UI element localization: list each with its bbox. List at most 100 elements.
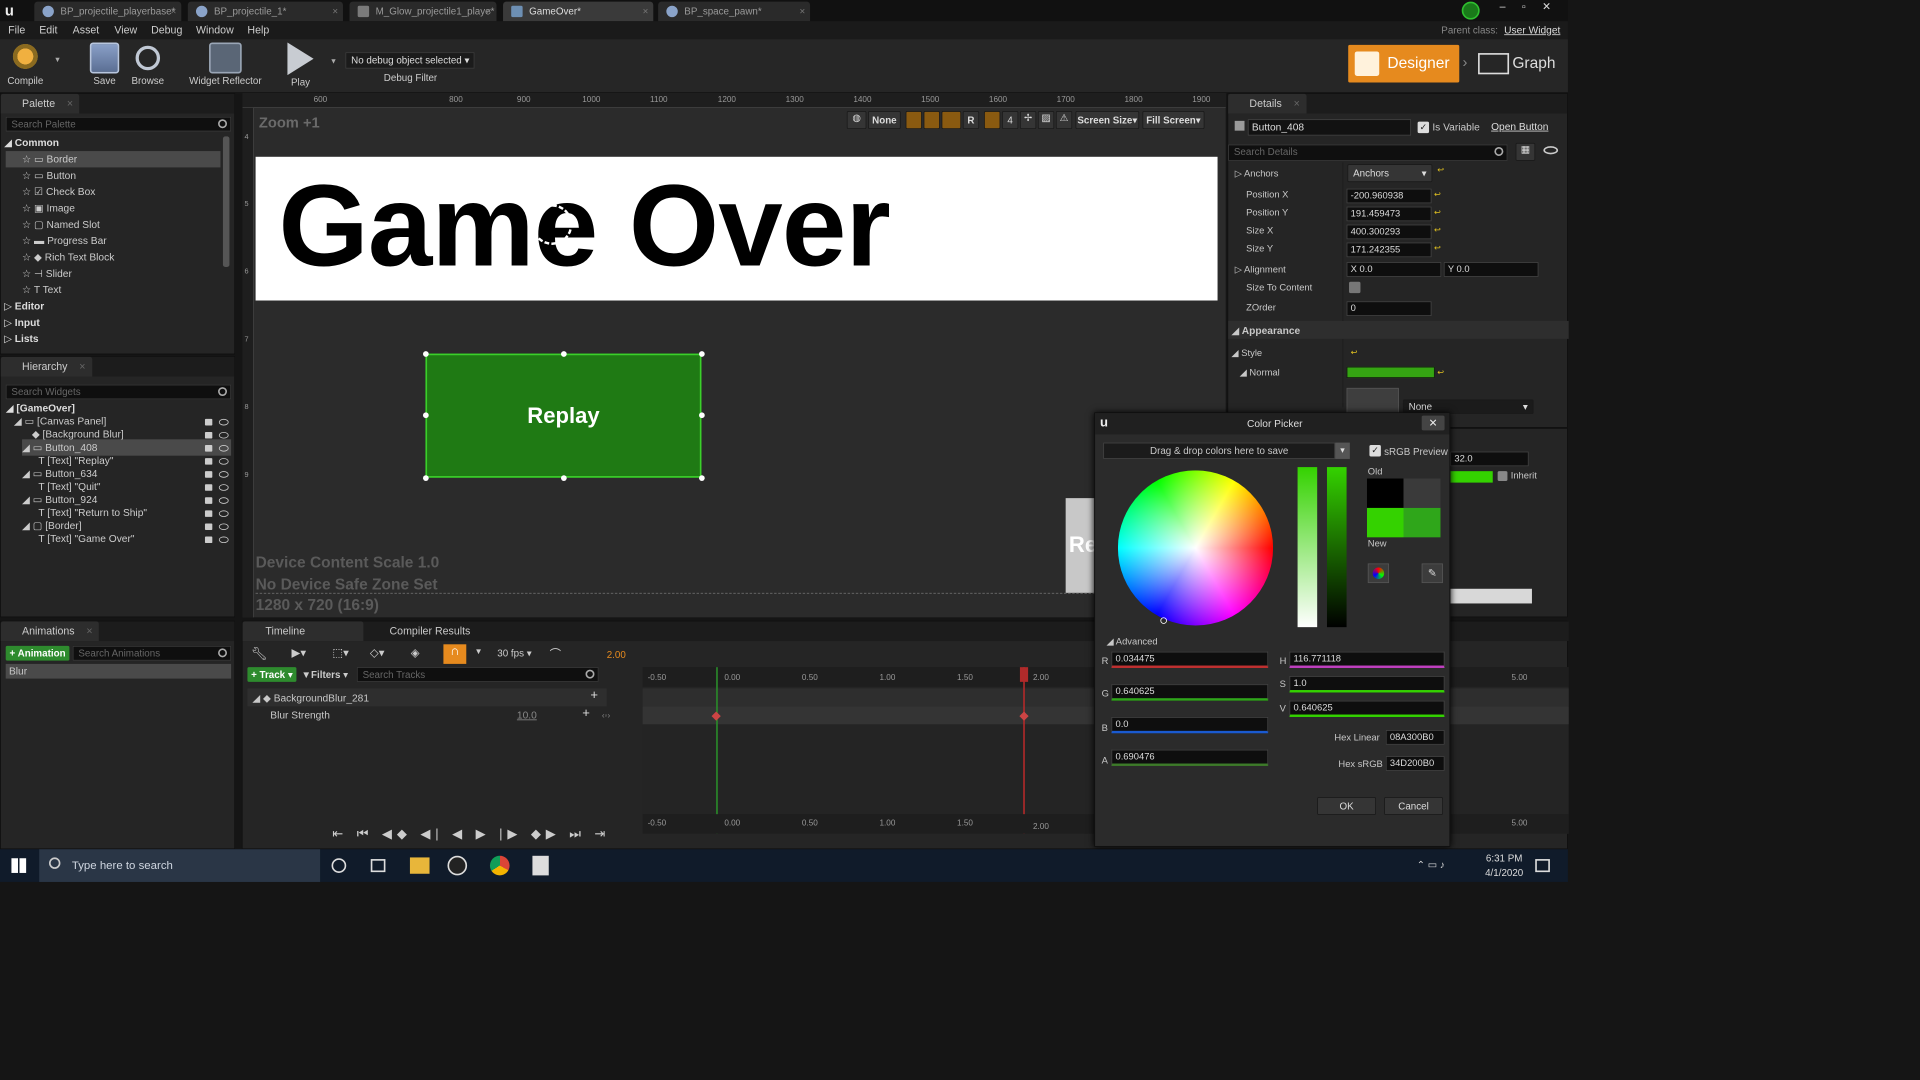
save-button[interactable]: Save bbox=[87, 42, 123, 87]
palette-item-progress-bar[interactable]: ☆ ▬ Progress Bar bbox=[6, 233, 107, 249]
alignment-y-input[interactable]: Y 0.0 bbox=[1443, 262, 1539, 277]
close-color-picker-button[interactable]: ✕ bbox=[1421, 415, 1445, 431]
palette-item-border[interactable]: ☆ ▭ Border bbox=[5, 151, 221, 168]
animations-tab[interactable]: Animations × bbox=[0, 621, 100, 642]
replay-button[interactable]: Replay bbox=[425, 353, 702, 478]
reset-icon[interactable]: ↩ bbox=[1434, 190, 1441, 199]
palette-item-image[interactable]: ☆ ▣ Image bbox=[6, 200, 75, 216]
eye-icon[interactable] bbox=[218, 431, 229, 439]
inherit-checkbox[interactable] bbox=[1497, 471, 1508, 481]
palette-category-common[interactable]: ◢ Common bbox=[4, 135, 59, 151]
play-options-dropdown[interactable]: ▼ bbox=[330, 57, 337, 65]
play-options-icon[interactable]: ▶▾ bbox=[292, 646, 307, 660]
palette-item-text[interactable]: ☆ T Text bbox=[6, 282, 61, 298]
eye-icon[interactable] bbox=[218, 445, 229, 452]
reset-icon[interactable]: ↩ bbox=[1437, 166, 1444, 175]
add-key-icon[interactable]: + bbox=[590, 688, 598, 703]
saved-colors-dropdown[interactable]: ▾ bbox=[1335, 442, 1350, 459]
lock-icon[interactable] bbox=[204, 458, 213, 465]
compile-button[interactable]: Compile bbox=[5, 42, 46, 87]
menu-file[interactable]: File bbox=[8, 21, 25, 39]
visibility-filter-icon[interactable] bbox=[1543, 146, 1559, 155]
partial-property-bar[interactable] bbox=[1450, 588, 1532, 604]
eye-icon[interactable] bbox=[218, 523, 229, 530]
widget-name-input[interactable]: Button_408 bbox=[1247, 119, 1412, 136]
size-x-input[interactable]: 400.300293 bbox=[1346, 224, 1432, 240]
clock-date[interactable]: 4/1/2020 bbox=[1480, 867, 1529, 878]
reset-icon[interactable]: ↩ bbox=[1351, 349, 1358, 358]
srgb-preview-checkbox[interactable]: ✓ bbox=[1369, 445, 1381, 457]
auto-key-icon[interactable]: ◈ bbox=[411, 646, 420, 660]
animation-item-blur[interactable]: Blur bbox=[5, 663, 232, 679]
eye-icon[interactable] bbox=[218, 418, 229, 426]
eye-icon[interactable] bbox=[218, 536, 229, 544]
palette-category-editor[interactable]: ▷ Editor bbox=[4, 298, 44, 314]
is-variable-checkbox[interactable]: ✓ bbox=[1417, 121, 1430, 134]
source-control-icon[interactable] bbox=[1461, 1, 1480, 20]
property-row-blur-strength[interactable]: Blur Strength 10.0 + bbox=[247, 706, 606, 724]
windows-start-icon[interactable] bbox=[11, 858, 27, 873]
minimize-button[interactable]: – bbox=[1494, 0, 1510, 16]
eyedropper-button[interactable]: ✎ bbox=[1421, 563, 1443, 584]
tracks-search-input[interactable]: Search Tracks bbox=[356, 667, 599, 682]
old-color-swatch[interactable] bbox=[1366, 478, 1441, 508]
compiler-results-tab[interactable]: Compiler Results bbox=[367, 621, 488, 641]
saturation-slider[interactable] bbox=[1297, 467, 1318, 628]
close-icon[interactable]: × bbox=[486, 2, 492, 22]
maximize-button[interactable]: ▫ bbox=[1516, 0, 1532, 16]
tab-bp-space-pawn[interactable]: BP_space_pawn* × bbox=[658, 1, 811, 22]
tab-bp-projectile-1[interactable]: BP_projectile_1* × bbox=[187, 1, 343, 22]
game-over-border[interactable]: Game Over bbox=[255, 156, 1218, 301]
calculator-icon[interactable] bbox=[532, 855, 549, 876]
close-icon[interactable]: × bbox=[86, 621, 92, 641]
palette-category-input[interactable]: ▷ Input bbox=[4, 314, 40, 330]
close-icon[interactable]: × bbox=[79, 357, 85, 377]
position-x-input[interactable]: -200.960938 bbox=[1346, 188, 1432, 204]
eye-icon[interactable] bbox=[218, 510, 229, 517]
value-slider[interactable] bbox=[1326, 467, 1347, 628]
resize-handle[interactable] bbox=[699, 351, 705, 357]
file-explorer-icon[interactable] bbox=[409, 857, 430, 874]
lock-icon[interactable] bbox=[204, 431, 213, 439]
wheel-selector[interactable] bbox=[1160, 617, 1167, 624]
color-wheel[interactable] bbox=[1117, 470, 1274, 626]
debug-object-select[interactable]: No debug object selected ▾ bbox=[345, 52, 475, 69]
size-y-input[interactable]: 171.242355 bbox=[1346, 242, 1432, 258]
taskbar-search-box[interactable]: Type here to search bbox=[39, 849, 321, 882]
lock-icon[interactable] bbox=[204, 536, 213, 544]
g-input[interactable]: 0.640625 bbox=[1111, 684, 1269, 701]
eye-icon[interactable] bbox=[218, 458, 229, 465]
v-input[interactable]: 0.640625 bbox=[1289, 700, 1445, 717]
lock-toggle-icon[interactable] bbox=[923, 111, 940, 130]
palette-item-slider[interactable]: ☆ ⊣ Slider bbox=[6, 265, 72, 281]
timeline-tab[interactable]: Timeline bbox=[242, 621, 364, 642]
menu-window[interactable]: Window bbox=[196, 21, 234, 39]
hex-srgb-input[interactable]: 34D200B0 bbox=[1385, 756, 1445, 771]
pivot-icon[interactable] bbox=[531, 204, 573, 245]
h-input[interactable]: 116.771118 bbox=[1289, 651, 1445, 668]
add-animation-button[interactable]: + Animation bbox=[5, 645, 70, 661]
task-view-icon[interactable] bbox=[370, 859, 386, 873]
compile-options-dropdown[interactable]: ▼ bbox=[54, 56, 61, 64]
close-window-button[interactable]: ✕ bbox=[1538, 0, 1554, 16]
selection-icon[interactable]: ⬚▾ bbox=[332, 646, 349, 660]
palette-item-rich-text-block[interactable]: ☆ ◆ Rich Text Block bbox=[6, 249, 114, 265]
normal-color-swatch[interactable] bbox=[1346, 366, 1435, 379]
fill-screen-dropdown[interactable]: Fill Screen▾ bbox=[1142, 111, 1205, 130]
open-button-link[interactable]: Open Button bbox=[1491, 121, 1548, 132]
alignment-x-input[interactable]: X 0.0 bbox=[1346, 262, 1442, 277]
track-row-background-blur[interactable]: ◢ ◆ BackgroundBlur_281 + bbox=[247, 688, 607, 707]
resize-handle[interactable] bbox=[699, 412, 705, 419]
graph-mode-button[interactable]: Graph bbox=[1478, 45, 1560, 83]
advanced-section[interactable]: ◢ Advanced bbox=[1106, 635, 1157, 647]
curve-editor-icon[interactable]: ⌒ bbox=[550, 646, 561, 662]
saved-colors-bar[interactable]: Drag & drop colors here to save bbox=[1103, 442, 1336, 459]
new-color-swatch[interactable] bbox=[1366, 507, 1441, 538]
resize-handle[interactable] bbox=[699, 475, 705, 481]
menu-asset[interactable]: Asset bbox=[73, 21, 100, 39]
palette-scrollbar[interactable] bbox=[222, 136, 230, 268]
menu-edit[interactable]: Edit bbox=[39, 21, 57, 39]
property-matrix-icon[interactable]: ▦ bbox=[1515, 142, 1536, 161]
chrome-icon[interactable] bbox=[489, 855, 510, 876]
lock-icon[interactable] bbox=[204, 497, 213, 504]
